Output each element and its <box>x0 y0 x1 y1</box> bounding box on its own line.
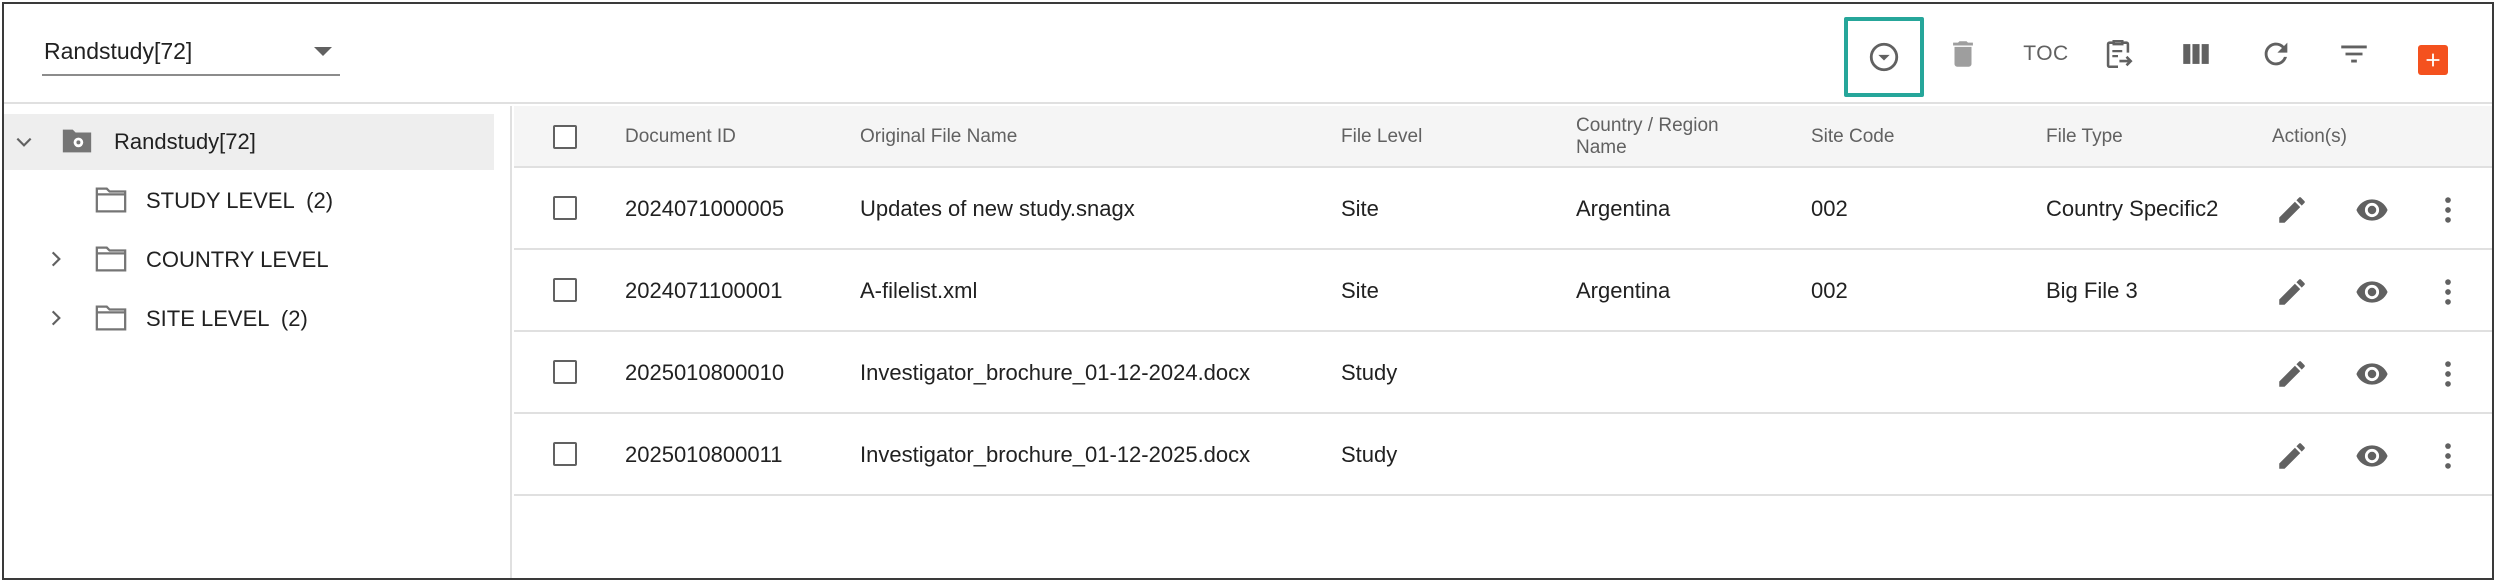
tree-node-country-level[interactable]: COUNTRY LEVEL <box>4 231 494 287</box>
more-options-button[interactable] <box>2428 190 2468 230</box>
documents-table: Document ID Original File Name File Leve… <box>514 106 2492 578</box>
table-row[interactable]: 2024071000005 Updates of new study.snagx… <box>514 168 2492 250</box>
chevron-circle-down-icon <box>1869 42 1899 72</box>
table-row[interactable]: 2025010800011 Investigator_brochure_01-1… <box>514 414 2492 496</box>
pencil-icon <box>2279 361 2305 387</box>
columns-button[interactable] <box>2170 28 2222 80</box>
refresh-button[interactable] <box>2250 28 2302 80</box>
eye-icon <box>2356 363 2388 385</box>
toolbar: Randstudy[72] TOC <box>4 4 2492 104</box>
header-actions: Action(s) <box>2272 126 2347 147</box>
more-vert-icon <box>2445 443 2451 469</box>
columns-icon <box>2183 44 2209 64</box>
tree-node-site-level[interactable]: SITE LEVEL (2) <box>4 290 494 346</box>
view-button[interactable] <box>2352 272 2392 312</box>
pencil-icon <box>2279 279 2305 305</box>
tree-node-study-level-label: STUDY LEVEL (2) <box>146 188 334 213</box>
more-vert-icon <box>2445 361 2451 387</box>
cell-site-code: 002 <box>1811 278 1848 303</box>
study-select[interactable]: Randstudy[72] <box>42 34 340 76</box>
clipboard-move-icon <box>2106 39 2133 69</box>
cell-country: Argentina <box>1576 278 1671 303</box>
cell-file-level: Study <box>1341 442 1398 467</box>
header-file-type[interactable]: File Type <box>2046 126 2123 147</box>
header-file-level[interactable]: File Level <box>1341 126 1422 147</box>
edit-button[interactable] <box>2272 272 2312 312</box>
cell-site-code: 002 <box>1811 196 1848 221</box>
view-button[interactable] <box>2352 354 2392 394</box>
cell-original-file-name: Investigator_brochure_01-12-2024.docx <box>860 360 1251 385</box>
study-select-value: Randstudy[72] <box>44 38 193 64</box>
filter-button[interactable] <box>2328 28 2380 80</box>
header-site-code[interactable]: Site Code <box>1811 126 1894 147</box>
eye-icon <box>2356 199 2388 221</box>
edit-button[interactable] <box>2272 190 2312 230</box>
cell-original-file-name: Updates of new study.snagx <box>860 196 1135 221</box>
view-button[interactable] <box>2352 436 2392 476</box>
row-checkbox[interactable] <box>553 360 577 384</box>
more-options-button[interactable] <box>2428 436 2468 476</box>
cell-file-type: Country Specific2 <box>2046 196 2219 221</box>
settings-folder-icon <box>62 129 92 153</box>
row-checkbox[interactable] <box>553 196 577 220</box>
folder-tree: Randstudy[72] STUDY LEVEL (2) COUNTRY LE… <box>4 106 512 578</box>
row-checkbox[interactable] <box>553 442 577 466</box>
edit-button[interactable] <box>2272 436 2312 476</box>
tree-node-root[interactable]: Randstudy[72] <box>4 114 494 170</box>
refresh-icon <box>2264 42 2288 66</box>
select-all-checkbox[interactable] <box>553 125 577 149</box>
cell-original-file-name: A-filelist.xml <box>860 278 978 303</box>
more-vert-icon <box>2445 279 2451 305</box>
header-country-region-line1[interactable]: Country / Region <box>1576 115 1719 136</box>
cell-document-id: 2024071000005 <box>625 196 785 221</box>
pencil-icon <box>2279 197 2305 223</box>
eye-icon <box>2356 281 2388 303</box>
add-icon <box>2426 53 2440 67</box>
header-country-region-line2[interactable]: Name <box>1576 137 1627 158</box>
trash-icon <box>1953 41 1973 67</box>
expand-collapse-button[interactable] <box>1844 17 1924 97</box>
cell-file-level: Study <box>1341 360 1398 385</box>
tree-node-site-level-label: SITE LEVEL (2) <box>146 306 308 331</box>
cell-document-id: 2025010800010 <box>625 360 785 385</box>
filter-icon <box>2341 45 2367 63</box>
toc-button[interactable]: TOC <box>2016 28 2076 80</box>
row-checkbox[interactable] <box>553 278 577 302</box>
chevron-down-icon[interactable] <box>14 132 34 152</box>
chevron-down-icon <box>314 47 332 56</box>
edit-button[interactable] <box>2272 354 2312 394</box>
add-button[interactable] <box>2418 45 2448 75</box>
cell-file-type: Big File 3 <box>2046 278 2138 303</box>
chevron-right-icon[interactable] <box>46 249 66 269</box>
tree-node-root-label: Randstudy[72] <box>114 129 256 154</box>
cell-country: Argentina <box>1576 196 1671 221</box>
tree-node-study-level[interactable]: STUDY LEVEL (2) <box>4 172 494 228</box>
cell-file-level: Site <box>1341 278 1379 303</box>
document-manager-window: Randstudy[72] TOC Randstudy[72] STUDY LE… <box>2 2 2494 580</box>
chevron-right-icon[interactable] <box>46 308 66 328</box>
cell-document-id: 2024071100001 <box>625 278 783 303</box>
cell-file-level: Site <box>1341 196 1379 221</box>
table-row[interactable]: 2024071100001 A-filelist.xml Site Argent… <box>514 250 2492 332</box>
toc-label: TOC <box>2023 42 2069 65</box>
more-options-button[interactable] <box>2428 354 2468 394</box>
tree-node-country-level-label: COUNTRY LEVEL <box>146 247 329 272</box>
folder-icon <box>95 305 127 331</box>
cell-document-id: 2025010800011 <box>625 442 783 467</box>
table-row[interactable]: 2025010800010 Investigator_brochure_01-1… <box>514 332 2492 414</box>
delete-button[interactable] <box>1937 28 1989 80</box>
more-vert-icon <box>2445 197 2451 223</box>
view-button[interactable] <box>2352 190 2392 230</box>
cell-original-file-name: Investigator_brochure_01-12-2025.docx <box>860 442 1251 467</box>
folder-icon <box>95 246 127 272</box>
more-options-button[interactable] <box>2428 272 2468 312</box>
header-document-id[interactable]: Document ID <box>625 126 736 147</box>
table-header: Document ID Original File Name File Leve… <box>514 106 2492 168</box>
move-button[interactable] <box>2092 28 2144 80</box>
header-original-file-name[interactable]: Original File Name <box>860 126 1017 147</box>
pencil-icon <box>2279 443 2305 469</box>
folder-icon <box>95 187 127 213</box>
eye-icon <box>2356 445 2388 467</box>
